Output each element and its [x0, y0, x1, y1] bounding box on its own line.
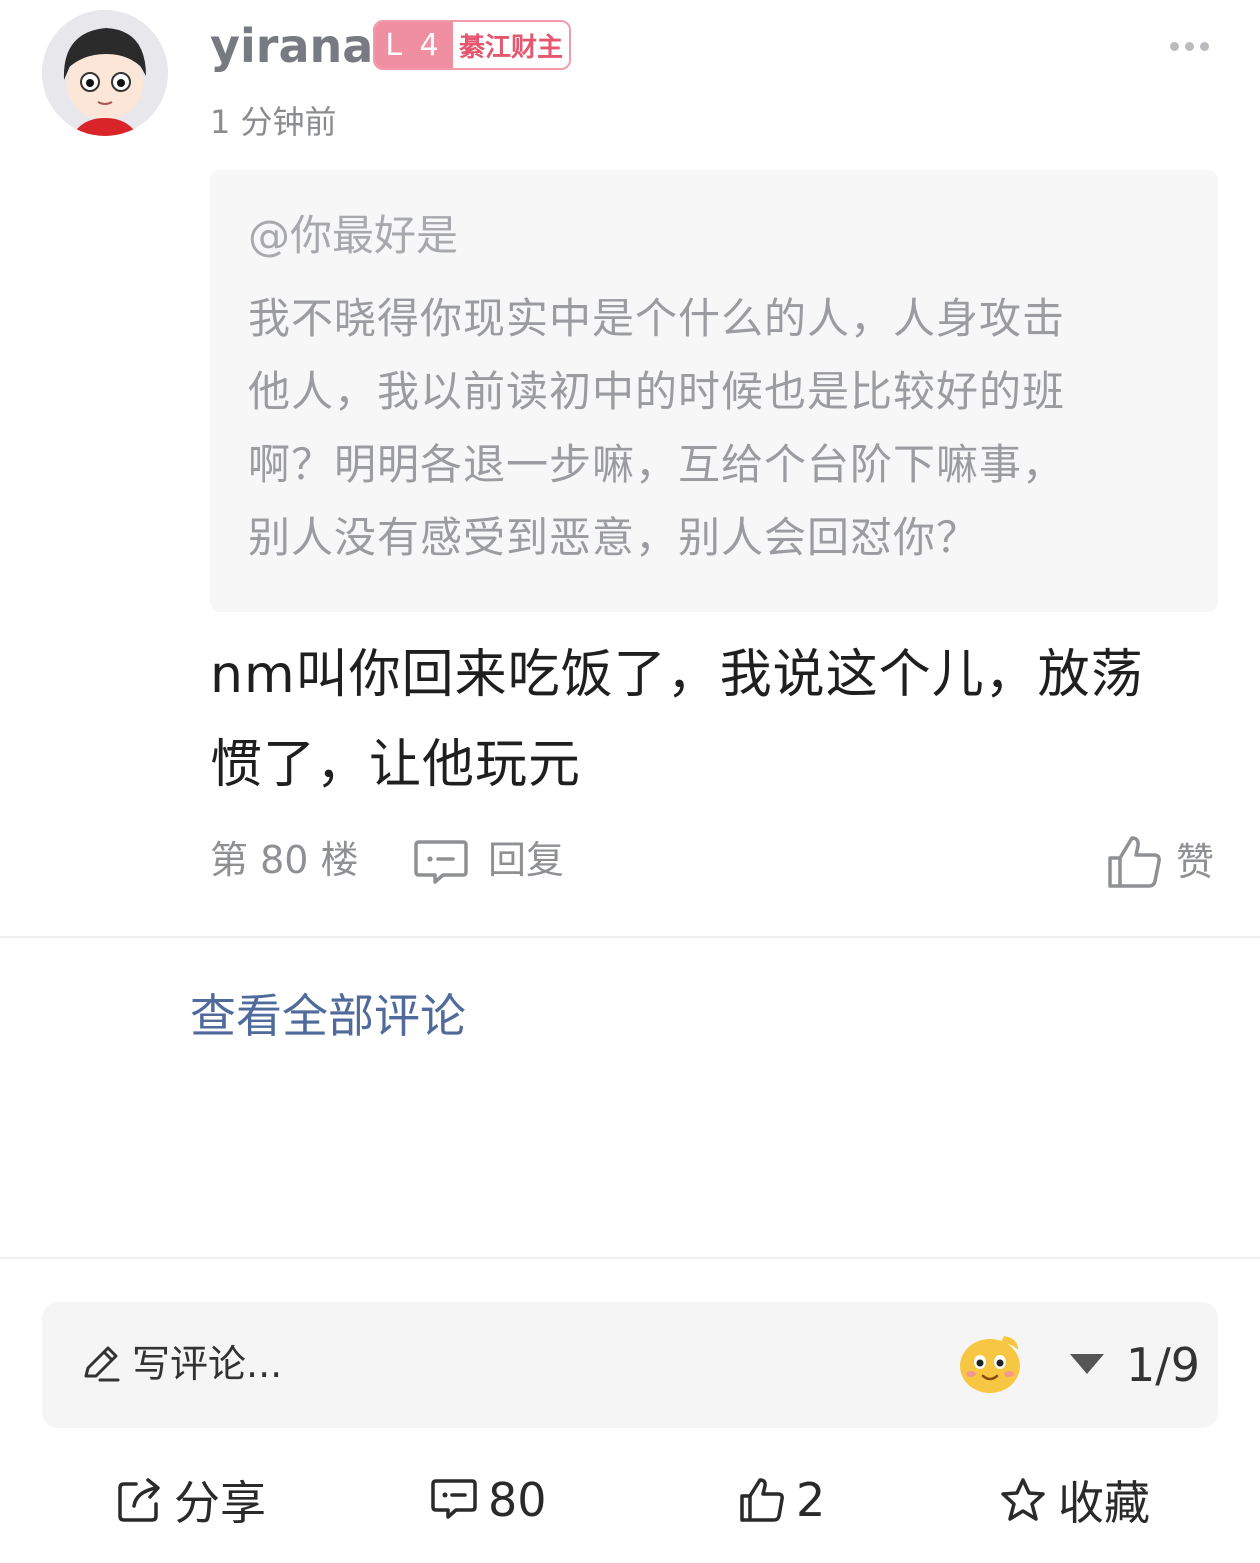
- share-icon: [118, 1478, 160, 1522]
- dropdown-triangle-icon[interactable]: [1070, 1354, 1104, 1374]
- username[interactable]: yirana: [210, 16, 373, 76]
- quoted-text: 我不晓得你现实中是个什么的人，人身攻击 他人，我以前读初中的时候也是比较好的班 …: [248, 282, 1188, 574]
- emoji-icon[interactable]: [956, 1332, 1026, 1396]
- thumbs-up-icon: [740, 1478, 784, 1522]
- comment-icon: [431, 1479, 477, 1519]
- avatar[interactable]: [42, 10, 168, 136]
- level-label: L 4: [375, 22, 453, 68]
- share-button[interactable]: 分享: [116, 1468, 266, 1532]
- content-line: 惯了，让他玩元: [210, 735, 582, 795]
- reply-icon[interactable]: [413, 838, 469, 886]
- quoted-line: 啊？明明各退一步嘛，互给个台阶下嘛事，: [248, 440, 1066, 489]
- quoted-comment[interactable]: @你最好是 我不晓得你现实中是个什么的人，人身攻击 他人，我以前读初中的时候也是…: [210, 170, 1218, 612]
- like-button[interactable]: 赞: [1176, 834, 1214, 890]
- favorite-button[interactable]: 收藏: [998, 1468, 1150, 1532]
- floor-number: 第 80 楼: [210, 838, 359, 882]
- comments-button[interactable]: 80: [430, 1468, 547, 1532]
- view-all-comments-link[interactable]: 查看全部评论: [190, 984, 466, 1048]
- quoted-mention[interactable]: @你最好是: [248, 206, 458, 266]
- badge-title: 綦江财主: [453, 22, 569, 68]
- comment-content: nm叫你回来吃饭了，我说这个儿，放荡 惯了，让他玩元: [210, 630, 1220, 810]
- quoted-line: 他人，我以前读初中的时候也是比较好的班: [248, 367, 1066, 416]
- user-level-badge: L 4 綦江财主: [373, 20, 571, 70]
- pencil-icon: [78, 1342, 122, 1386]
- reply-button[interactable]: 回复: [488, 832, 564, 888]
- favorite-label: 收藏: [1058, 1476, 1150, 1530]
- quoted-line: 我不晓得你现实中是个什么的人，人身攻击: [248, 294, 1066, 343]
- divider: [0, 1257, 1260, 1259]
- likes-count: 2: [796, 1473, 826, 1527]
- more-options-icon[interactable]: [1170, 38, 1210, 54]
- post-time: 1 分钟前: [210, 103, 337, 141]
- page-indicator[interactable]: 1/9: [1126, 1334, 1200, 1396]
- comment-input[interactable]: 写评论...: [132, 1336, 282, 1392]
- share-label: 分享: [174, 1476, 266, 1530]
- divider: [0, 936, 1260, 938]
- avatar-illustration: [42, 10, 168, 136]
- content-line: nm叫你回来吃饭了，我说这个儿，放荡: [210, 645, 1144, 705]
- comments-count: 80: [488, 1473, 547, 1527]
- star-icon: [1001, 1478, 1045, 1521]
- thumbs-up-icon[interactable]: [1106, 834, 1164, 890]
- quoted-line: 别人没有感受到恶意，别人会回怼你？: [248, 513, 980, 562]
- like-post-button[interactable]: 2: [738, 1468, 825, 1532]
